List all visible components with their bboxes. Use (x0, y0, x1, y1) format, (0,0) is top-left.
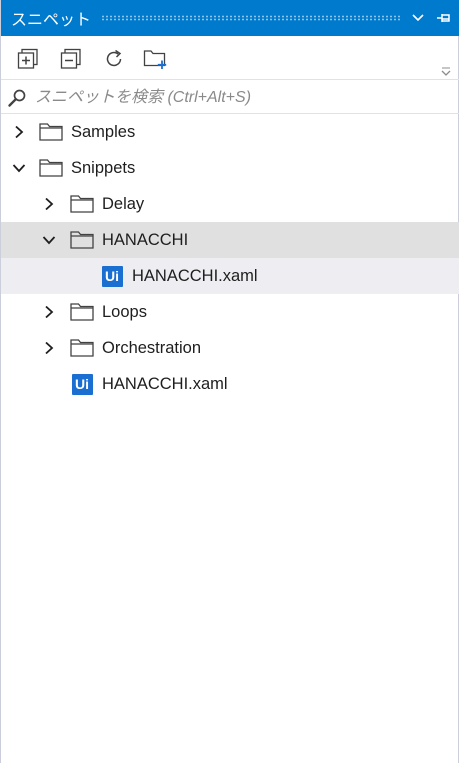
folder-icon (39, 121, 63, 143)
folder-icon (70, 301, 94, 323)
tree-item-label: HANACCHI.xaml (132, 267, 258, 285)
folder-icon (39, 157, 63, 179)
add-folder-button[interactable] (143, 46, 169, 72)
chevron-right-icon[interactable] (12, 125, 26, 139)
expand-all-button[interactable] (15, 46, 41, 72)
panel-title: スニペット (11, 12, 92, 29)
search-input[interactable] (29, 82, 459, 113)
add-folder-icon (143, 50, 167, 69)
refresh-button[interactable] (101, 46, 127, 72)
search-bar (1, 82, 459, 114)
tree-item-label: Snippets (71, 159, 136, 177)
tree-item-samples[interactable]: Samples (1, 114, 459, 150)
drag-grip[interactable] (101, 15, 400, 21)
search-icon (5, 86, 29, 110)
chevron-right-icon[interactable] (42, 305, 56, 319)
snippets-panel: スニペット スニペットを検索 (Ctrl+Alt+S) Samples Snip… (0, 0, 459, 763)
refresh-icon (106, 49, 122, 67)
folder-icon (70, 229, 94, 251)
xaml-file-icon: Ui (100, 265, 124, 287)
tree-item-label: Orchestration (102, 339, 202, 357)
xaml-file-icon: Ui (70, 373, 94, 395)
tree-item-snippets[interactable]: Snippets (1, 150, 459, 186)
panel-toolbar (1, 36, 459, 80)
folder-icon (70, 193, 94, 215)
pin-button[interactable] (434, 8, 454, 28)
chevron-down-icon[interactable] (42, 233, 56, 247)
tree-item-label: HANACCHI.xaml (102, 375, 228, 393)
tree-item-label: Samples (71, 123, 136, 141)
pin-icon (437, 14, 450, 22)
tree-item-loops[interactable]: Loops (1, 294, 459, 330)
tree-item-label: Delay (102, 195, 145, 213)
expand-all-icon (17, 48, 38, 69)
collapse-all-icon (60, 48, 81, 69)
tree-item-hanacchi-folder[interactable]: HANACCHI (1, 222, 459, 258)
chevron-right-icon[interactable] (42, 197, 56, 211)
chevron-down-icon (441, 67, 451, 76)
snippet-tree: Samples Snippets Delay HANACCHI Ui HANAC… (1, 114, 459, 402)
chevron-down-icon[interactable] (12, 161, 26, 175)
chevron-down-icon (412, 14, 424, 22)
folder-icon (70, 337, 94, 359)
tree-item-delay[interactable]: Delay (1, 186, 459, 222)
panel-options-button[interactable] (408, 8, 428, 28)
chevron-right-icon[interactable] (42, 341, 56, 355)
toolbar-overflow-button[interactable] (440, 64, 452, 76)
panel-titlebar[interactable]: スニペット (1, 0, 459, 36)
tree-item-hanacchi-xaml[interactable]: Ui HANACCHI.xaml (1, 366, 459, 402)
tree-item-orchestration[interactable]: Orchestration (1, 330, 459, 366)
tree-item-hanacchi-xaml-child[interactable]: Ui HANACCHI.xaml (1, 258, 459, 294)
tree-item-label: HANACCHI (102, 231, 189, 249)
collapse-all-button[interactable] (58, 46, 84, 72)
tree-item-label: Loops (102, 303, 147, 321)
